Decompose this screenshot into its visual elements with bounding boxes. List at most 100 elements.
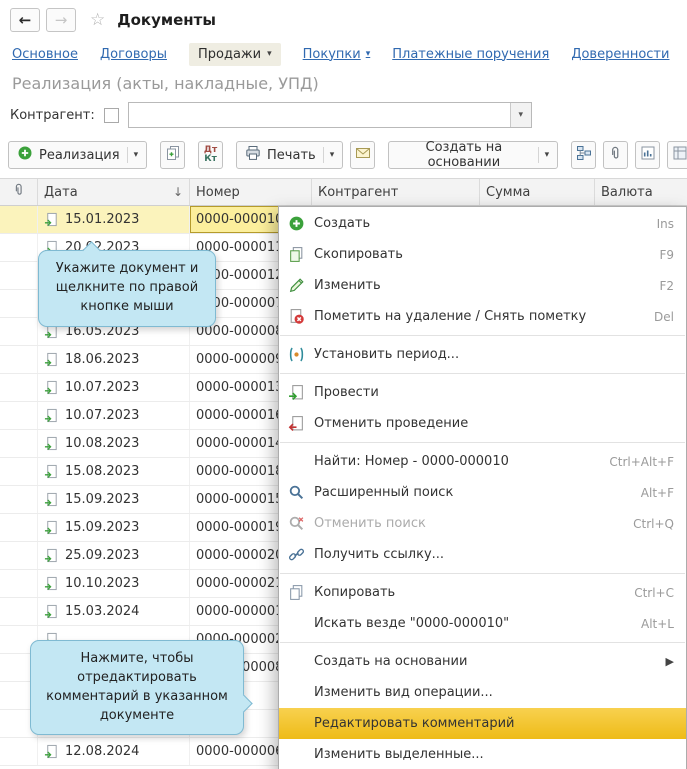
posted-document-icon bbox=[44, 436, 59, 451]
number-value: 0000-000016 bbox=[196, 408, 283, 423]
dropdown-arrow-icon: ▾ bbox=[323, 147, 335, 163]
attachments-button[interactable] bbox=[603, 141, 628, 169]
menu-item-2[interactable]: СкопироватьF9 bbox=[279, 239, 686, 270]
date-cell: 15.09.2023 bbox=[38, 486, 190, 513]
date-value: 10.08.2023 bbox=[65, 436, 139, 451]
number-value: 0000-000009 bbox=[196, 352, 283, 367]
counterparty-column-header[interactable]: Контрагент bbox=[312, 179, 480, 205]
number-value: 0000-000010 bbox=[196, 212, 283, 227]
delete-mark-icon bbox=[287, 308, 305, 326]
menu-shortcut: Ctrl+Alt+F bbox=[609, 455, 674, 469]
number-column-header[interactable]: Номер bbox=[190, 179, 312, 205]
number-value: 0000-000001 bbox=[196, 604, 283, 619]
menu-item-16[interactable]: КопироватьCtrl+C bbox=[279, 577, 686, 608]
posted-document-icon bbox=[44, 212, 59, 227]
pencil-icon bbox=[287, 277, 305, 295]
date-cell: 12.08.2024 bbox=[38, 738, 190, 765]
date-value: 15.09.2023 bbox=[65, 492, 139, 507]
attach-cell bbox=[0, 542, 38, 569]
dtkt-postings-button[interactable]: Дт Кт bbox=[198, 141, 223, 169]
menu-item-9[interactable]: Отменить проведение bbox=[279, 408, 686, 439]
posted-document-icon bbox=[44, 576, 59, 591]
menu-shortcut: Ins bbox=[657, 217, 674, 231]
date-cell: 15.03.2024 bbox=[38, 598, 190, 625]
menu-item-19[interactable]: Создать на основании▶ bbox=[279, 646, 686, 677]
menu-item-6[interactable]: Установить период... bbox=[279, 339, 686, 370]
menu-item-3[interactable]: ИзменитьF2 bbox=[279, 270, 686, 301]
menu-item-20[interactable]: Изменить вид операции... bbox=[279, 677, 686, 708]
create-realization-button[interactable]: Реализация ▾ bbox=[8, 141, 147, 169]
attach-cell bbox=[0, 458, 38, 485]
no-icon bbox=[287, 615, 305, 633]
menu-shortcut: F2 bbox=[659, 279, 674, 293]
sum-column-header[interactable]: Сумма bbox=[480, 179, 595, 205]
currency-column-header[interactable]: Валюта bbox=[595, 179, 687, 205]
nav-tab-6[interactable]: Доверенности bbox=[571, 47, 669, 62]
menu-item-8[interactable]: Провести bbox=[279, 377, 686, 408]
more-commands-button[interactable] bbox=[667, 141, 687, 169]
email-button[interactable] bbox=[350, 141, 375, 169]
menu-item-14[interactable]: Получить ссылку... bbox=[279, 539, 686, 570]
date-cell: 15.01.2023 bbox=[38, 206, 190, 233]
number-value: 0000-000020 bbox=[196, 548, 283, 563]
menu-item-17[interactable]: Искать везде "0000-000010"Alt+L bbox=[279, 608, 686, 639]
copy-document-icon bbox=[165, 145, 181, 165]
posted-document-icon bbox=[44, 464, 59, 479]
menu-item-label: Редактировать комментарий bbox=[314, 716, 674, 731]
menu-item-label: Отменить проведение bbox=[314, 416, 674, 431]
menu-item-21[interactable]: Редактировать комментарий bbox=[279, 708, 686, 739]
counterparty-filter-checkbox[interactable] bbox=[104, 108, 119, 123]
number-value: 0000-000021 bbox=[196, 576, 283, 591]
attach-cell bbox=[0, 570, 38, 597]
submenu-arrow-icon: ▶ bbox=[666, 655, 674, 668]
reports-button[interactable] bbox=[635, 141, 660, 169]
nav-tab-1[interactable]: Основное bbox=[12, 47, 78, 62]
menu-item-4[interactable]: Пометить на удаление / Снять пометкуDel bbox=[279, 301, 686, 332]
favorite-star-icon[interactable]: ☆ bbox=[90, 10, 105, 30]
menu-shortcut: Alt+F bbox=[641, 486, 674, 500]
menu-item-label: Изменить выделенные... bbox=[314, 747, 674, 762]
context-menu: СоздатьInsСкопироватьF9ИзменитьF2Пометит… bbox=[278, 206, 687, 769]
date-column-header[interactable]: Дата ↓ bbox=[38, 179, 190, 205]
report-icon bbox=[640, 145, 656, 165]
menu-shortcut: Ctrl+Q bbox=[633, 517, 674, 531]
create-based-on-button[interactable]: Создать на основании ▾ bbox=[388, 141, 558, 169]
nav-tab-4[interactable]: Покупки▾ bbox=[303, 47, 371, 62]
number-value: 0000-000013 bbox=[196, 380, 283, 395]
menu-item-label: Искать везде "0000-000010" bbox=[314, 616, 632, 631]
nav-tab-label: Доверенности bbox=[571, 47, 669, 62]
menu-item-12[interactable]: Расширенный поиск Alt+F bbox=[279, 477, 686, 508]
menu-item-label: Расширенный поиск bbox=[314, 485, 632, 500]
date-value: 10.07.2023 bbox=[65, 380, 139, 395]
nav-tab-5[interactable]: Платежные поручения bbox=[392, 47, 549, 62]
copy-document-button[interactable] bbox=[160, 141, 185, 169]
filter-row: Контрагент: ▾ bbox=[0, 98, 687, 132]
attach-column-header[interactable] bbox=[0, 179, 38, 205]
counterparty-filter-combo: ▾ bbox=[128, 102, 532, 128]
date-value: 15.09.2023 bbox=[65, 520, 139, 535]
menu-item-1[interactable]: СоздатьIns bbox=[279, 208, 686, 239]
nav-tab-2[interactable]: Договоры bbox=[100, 47, 167, 62]
attach-cell bbox=[0, 346, 38, 373]
nav-tab-3[interactable]: Продажи▾ bbox=[189, 43, 281, 66]
nav-tab-label: Покупки bbox=[303, 47, 361, 62]
menu-separator bbox=[280, 573, 685, 574]
number-value: 0000-000006 bbox=[196, 744, 283, 759]
related-documents-button[interactable] bbox=[571, 141, 596, 169]
link-icon bbox=[287, 546, 305, 564]
forward-button[interactable]: → bbox=[46, 8, 76, 32]
menu-item-22[interactable]: Изменить выделенные... bbox=[279, 739, 686, 769]
posted-document-icon bbox=[44, 380, 59, 395]
attach-cell bbox=[0, 430, 38, 457]
number-column-label: Номер bbox=[196, 185, 240, 200]
unpost-doc-icon bbox=[287, 415, 305, 433]
counterparty-filter-input[interactable] bbox=[129, 103, 510, 127]
date-cell: 18.06.2023 bbox=[38, 346, 190, 373]
print-button[interactable]: Печать ▾ bbox=[236, 141, 343, 169]
create-based-on-label: Создать на основании bbox=[397, 140, 530, 170]
counterparty-dropdown-button[interactable]: ▾ bbox=[510, 103, 531, 127]
menu-item-11[interactable]: Найти: Номер - 0000-000010Ctrl+Alt+F bbox=[279, 446, 686, 477]
back-button[interactable]: ← bbox=[10, 8, 40, 32]
sort-desc-icon: ↓ bbox=[173, 185, 183, 199]
attach-cell bbox=[0, 514, 38, 541]
